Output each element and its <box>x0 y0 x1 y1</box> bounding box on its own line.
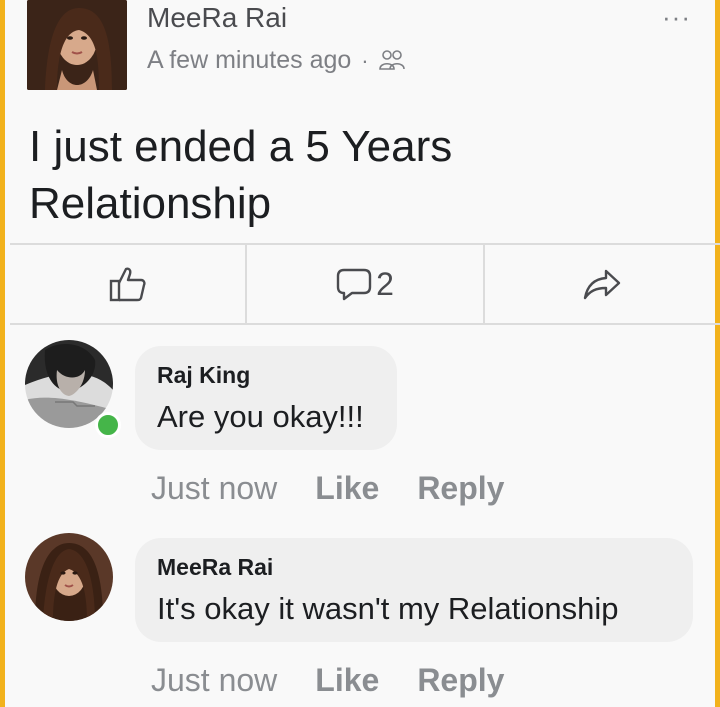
comment-like-button[interactable]: Like <box>315 662 379 699</box>
comment-author[interactable]: Raj King <box>157 362 375 389</box>
friends-icon[interactable] <box>378 49 405 73</box>
author-avatar[interactable] <box>27 0 127 90</box>
comment-time[interactable]: Just now <box>151 662 277 699</box>
like-button[interactable] <box>10 245 248 323</box>
post-time[interactable]: A few minutes ago <box>147 46 351 75</box>
more-options-icon[interactable]: ··· <box>662 2 691 33</box>
thumbs-up-icon <box>109 266 147 302</box>
comment-actions: Just now Like Reply <box>151 470 504 507</box>
comment-author[interactable]: MeeRa Rai <box>157 554 671 581</box>
comment-bubble: MeeRa Rai It's okay it wasn't my Relatio… <box>135 538 693 642</box>
comment-count: 2 <box>376 265 394 302</box>
post-text: I just ended a 5 Years Relationship <box>29 122 453 228</box>
comment-bubble: Raj King Are you okay!!! <box>135 346 397 450</box>
comment-time[interactable]: Just now <box>151 470 277 507</box>
post-card: MeeRa Rai A few minutes ago · ··· I just… <box>0 0 720 707</box>
comment-text: Are you okay!!! <box>157 399 364 434</box>
meta-separator: · <box>361 47 369 73</box>
share-icon <box>582 268 622 300</box>
post-author-name[interactable]: MeeRa Rai <box>147 2 287 34</box>
comment-button[interactable]: 2 <box>247 245 485 323</box>
commenter-avatar[interactable] <box>25 533 113 621</box>
post-action-bar: 2 <box>10 243 720 325</box>
comment-text: It's okay it wasn't my Relationship <box>157 591 619 626</box>
comment-actions: Just now Like Reply <box>151 662 504 699</box>
comment-reply-button[interactable]: Reply <box>417 470 504 507</box>
comment-reply-button[interactable]: Reply <box>417 662 504 699</box>
comment-like-button[interactable]: Like <box>315 470 379 507</box>
share-button[interactable] <box>485 245 720 323</box>
comment-icon <box>336 267 372 301</box>
post-meta: A few minutes ago · <box>147 46 405 75</box>
online-status-dot <box>95 412 121 438</box>
